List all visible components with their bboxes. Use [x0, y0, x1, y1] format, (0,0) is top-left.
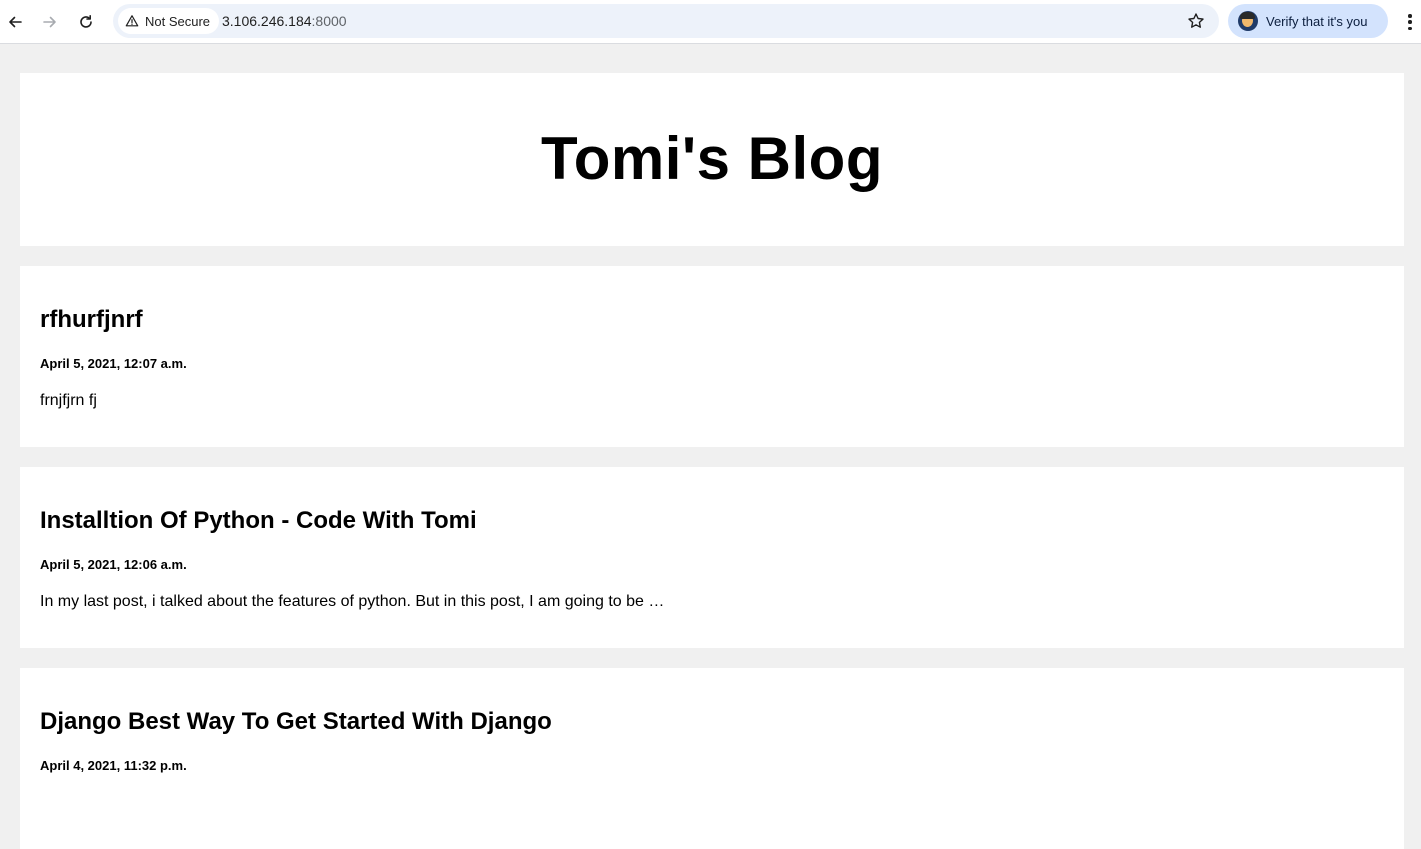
warning-triangle-icon: [125, 15, 139, 27]
security-chip[interactable]: Not Secure: [118, 8, 220, 34]
url-host: 3.106.246.184: [222, 13, 312, 29]
reload-icon: [80, 15, 92, 28]
post-date: April 5, 2021, 12:06 a.m.: [40, 557, 187, 572]
post-card: rfhurfjnrf April 5, 2021, 12:07 a.m. frn…: [20, 266, 1404, 447]
browser-toolbar: Not Secure 3.106.246.184:8000 Verify tha…: [0, 0, 1421, 44]
post-excerpt: In my last post, i talked about the feat…: [40, 593, 665, 610]
post-excerpt: frnjfjrn fj: [40, 392, 97, 409]
menu-dot-icon: [1408, 20, 1412, 24]
security-label: Not Secure: [145, 13, 211, 29]
post-title-link[interactable]: rfhurfjnrf: [40, 306, 143, 334]
post-title-link[interactable]: Installtion Of Python - Code With Tomi: [40, 507, 477, 535]
menu-dot-icon: [1408, 26, 1412, 30]
blog-header: Tomi's Blog: [20, 73, 1404, 246]
post-card: Installtion Of Python - Code With Tomi A…: [20, 467, 1404, 648]
post-card: Django Best Way To Get Started With Djan…: [20, 668, 1404, 849]
post-title-link[interactable]: Django Best Way To Get Started With Djan…: [40, 708, 552, 736]
address-bar[interactable]: Not Secure 3.106.246.184:8000: [113, 4, 1219, 38]
post-date: April 5, 2021, 12:07 a.m.: [40, 356, 187, 371]
url-text[interactable]: 3.106.246.184:8000: [222, 13, 347, 29]
back-button[interactable]: [1, 8, 29, 36]
post-date: April 4, 2021, 11:32 p.m.: [40, 758, 187, 773]
reload-button[interactable]: [72, 8, 100, 36]
arrow-right-icon: [43, 16, 56, 28]
menu-dot-icon: [1408, 14, 1412, 18]
url-port: :8000: [311, 13, 347, 29]
avatar: [1238, 11, 1258, 31]
forward-button[interactable]: [36, 8, 64, 36]
verify-label: Verify that it's you: [1266, 13, 1368, 29]
arrow-left-icon: [9, 16, 22, 28]
bookmark-star-icon[interactable]: [1187, 12, 1205, 30]
browser-menu-button[interactable]: [1402, 12, 1418, 32]
verify-identity-button[interactable]: Verify that it's you: [1228, 4, 1388, 38]
site-title[interactable]: Tomi's Blog: [541, 124, 883, 193]
